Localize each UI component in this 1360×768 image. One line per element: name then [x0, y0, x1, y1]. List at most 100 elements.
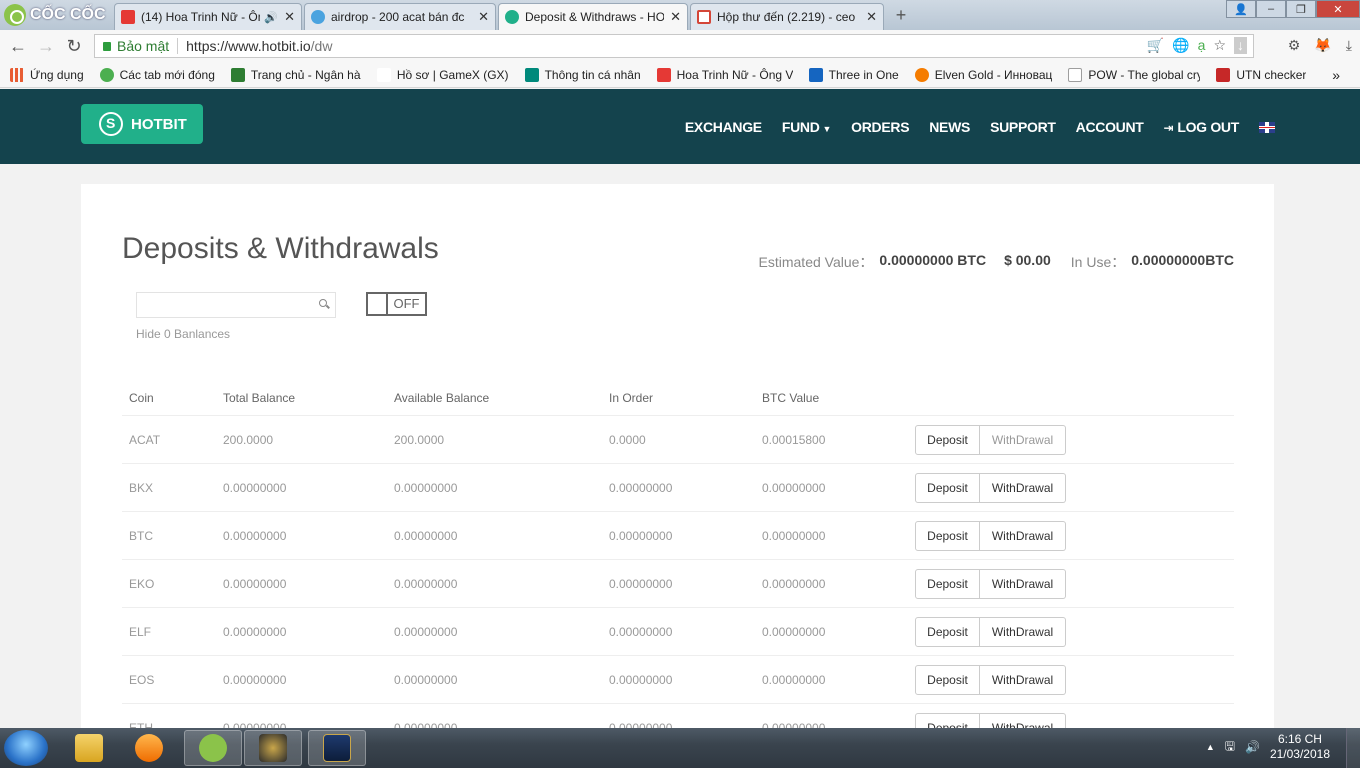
bookmark-three-in-one[interactable]: Three in One — [808, 67, 899, 82]
hide-zero-toggle[interactable]: OFF — [366, 292, 427, 316]
taskbar-lol-game[interactable] — [308, 730, 366, 766]
deposit-button[interactable]: Deposit — [915, 424, 980, 455]
nav-logout[interactable]: ⇥ LOG OUT — [1164, 119, 1240, 135]
address-bar-row: ← → ↻ Bảo mật https://www.hotbit.io/dw 🛒… — [0, 30, 1360, 62]
security-label[interactable]: Bảo mật — [117, 38, 169, 54]
nav-news[interactable]: NEWS — [929, 119, 970, 135]
extension-settings-icon[interactable]: ⚙ — [1288, 37, 1301, 54]
bookmark-apps[interactable]: Ứng dụng — [10, 67, 84, 82]
bookmarks-more-icon[interactable]: » — [1332, 67, 1340, 83]
metamask-fox-icon[interactable]: 🦊 — [1314, 37, 1331, 54]
browser-brand[interactable]: CỐC CỐC — [0, 0, 112, 30]
nav-fund[interactable]: FUND ▼ — [782, 119, 832, 135]
network-icon[interactable]: 🖫 — [1225, 737, 1235, 758]
withdrawal-button[interactable]: WithDrawal — [980, 616, 1066, 647]
actions-cell: Deposit WithDrawal — [915, 568, 1234, 599]
bookmark-recent-tabs[interactable]: Các tab mới đóng — [99, 67, 215, 82]
coccoc-logo-icon — [4, 4, 26, 26]
deposit-button[interactable]: Deposit — [915, 520, 980, 551]
maximize-icon[interactable]: ❐ — [1286, 0, 1316, 18]
taskbar-lol-client[interactable] — [244, 730, 302, 766]
gamex-icon — [376, 67, 391, 82]
bookmark-bank[interactable]: Trang chủ - Ngân hàn — [230, 67, 361, 82]
taskbar-explorer[interactable] — [60, 730, 118, 766]
withdrawal-button[interactable]: WithDrawal — [980, 664, 1066, 695]
withdrawal-button[interactable]: WithDrawal — [980, 568, 1066, 599]
search-icon[interactable] — [319, 299, 327, 307]
nav-account[interactable]: ACCOUNT — [1076, 119, 1144, 135]
total-cell: 0.00000000 — [223, 528, 287, 543]
bookmark-utn[interactable]: UTN checker — [1216, 67, 1306, 82]
clock-time: 6:16 CH — [1277, 732, 1322, 746]
translate-icon[interactable]: 🌐 — [1172, 37, 1189, 54]
bookmark-label: POW - The global cry — [1088, 67, 1201, 82]
hotbit-logo[interactable]: HOTBIT — [81, 104, 203, 144]
uk-flag-icon[interactable] — [1259, 121, 1275, 133]
main-nav: EXCHANGE FUND ▼ ORDERS NEWS SUPPORT ACCOU… — [685, 119, 1275, 135]
reload-icon[interactable]: ↻ — [60, 36, 88, 57]
browser-tab-airdrop[interactable]: airdrop - 200 acat bán đc ✕ — [304, 3, 496, 30]
header-btc-value: BTC Value — [762, 390, 820, 405]
close-tab-icon[interactable]: ✕ — [670, 9, 681, 25]
nav-support[interactable]: SUPPORT — [990, 119, 1056, 135]
coin-cell: ELF — [129, 624, 152, 639]
show-desktop-button[interactable] — [1346, 728, 1360, 768]
bookmark-profile[interactable]: Thông tin cá nhân — [524, 67, 641, 82]
minimize-icon[interactable]: – — [1256, 0, 1286, 18]
close-tab-icon[interactable]: ✕ — [284, 9, 295, 25]
bookmark-label: Thông tin cá nhân — [544, 67, 641, 82]
bookmark-pow[interactable]: POW - The global cry — [1068, 67, 1201, 82]
back-icon[interactable]: ← — [4, 36, 32, 57]
speaker-icon[interactable]: 🔊 — [264, 11, 278, 24]
cart-icon[interactable]: 🛒 — [1147, 37, 1164, 54]
deposit-button[interactable]: Deposit — [915, 616, 980, 647]
page-viewport: HOTBIT EXCHANGE FUND▼ ORDERS NEWS SUPPOR… — [0, 89, 1360, 729]
downloads-icon[interactable]: ⤓ — [1346, 37, 1352, 54]
deposit-button[interactable]: Deposit — [915, 664, 980, 695]
star-bookmark-icon[interactable]: ☆ — [1213, 37, 1226, 54]
withdrawal-button[interactable]: WithDrawal — [980, 520, 1066, 551]
taskbar-coccoc[interactable] — [184, 730, 242, 766]
deposit-button[interactable]: Deposit — [915, 472, 980, 503]
profile-icon[interactable]: 👤 — [1226, 0, 1256, 18]
deposit-button[interactable]: Deposit — [915, 712, 980, 729]
url-text[interactable]: https://www.hotbit.io/dw — [186, 38, 332, 54]
start-button[interactable] — [4, 730, 48, 766]
withdrawal-button[interactable]: WithDrawal — [980, 472, 1066, 503]
bookmark-gamex[interactable]: Hồ sơ | GameX (GX) — [376, 67, 509, 82]
header-available: Available Balance — [394, 390, 490, 405]
tray-expand-icon[interactable]: ▲ — [1206, 742, 1215, 752]
tab-title: Hộp thư đến (2.219) - ceo — [717, 10, 856, 24]
withdrawal-button[interactable]: WithDrawal — [980, 712, 1066, 729]
forward-icon[interactable]: → — [32, 36, 60, 57]
omnibox[interactable]: Bảo mật https://www.hotbit.io/dw 🛒 🌐 ạ ☆… — [94, 34, 1254, 58]
browser-tab-hotbit[interactable]: Deposit & Withdraws - HO ✕ — [498, 3, 688, 30]
available-cell: 0.00000000 — [394, 672, 458, 687]
btc-value-cell: 0.00000000 — [762, 624, 826, 639]
apps-grid-icon — [10, 67, 24, 82]
balances-table: Coin Total Balance Available Balance In … — [122, 380, 1234, 729]
bookmark-elven-gold[interactable]: Elven Gold - Инновац — [914, 67, 1052, 82]
nav-exchange[interactable]: EXCHANGE — [685, 119, 762, 135]
vietnamese-input-icon[interactable]: ạ — [1198, 37, 1206, 54]
nav-orders[interactable]: ORDERS — [851, 119, 909, 135]
download-icon[interactable]: ↓ — [1234, 37, 1247, 54]
close-tab-icon[interactable]: ✕ — [866, 9, 877, 25]
new-tab-button[interactable]: + — [890, 6, 912, 24]
volume-icon[interactable]: 🔊 — [1245, 740, 1260, 754]
page-icon — [1068, 67, 1083, 82]
coccoc-icon — [199, 734, 227, 762]
taskbar-media-player[interactable] — [120, 730, 178, 766]
deposit-button[interactable]: Deposit — [915, 568, 980, 599]
browser-tab-youtube[interactable]: (14) Hoa Trinh Nữ - Ôn 🔊 ✕ — [114, 3, 302, 30]
withdrawal-button[interactable]: WithDrawal — [980, 424, 1066, 455]
table-row: ACAT 200.0000 200.0000 0.0000 0.00015800… — [122, 416, 1234, 464]
bookmark-youtube[interactable]: Hoa Trinh Nữ - Ông V — [656, 67, 793, 82]
clock[interactable]: 6:16 CH 21/03/2018 — [1270, 732, 1330, 762]
close-window-icon[interactable]: ✕ — [1316, 0, 1360, 18]
coin-search-input[interactable] — [136, 292, 336, 318]
close-tab-icon[interactable]: ✕ — [478, 9, 489, 25]
browser-tab-gmail[interactable]: Hộp thư đến (2.219) - ceo ✕ — [690, 3, 884, 30]
bookmark-label: Hoa Trinh Nữ - Ông V — [676, 67, 793, 82]
available-cell: 200.0000 — [394, 432, 445, 447]
